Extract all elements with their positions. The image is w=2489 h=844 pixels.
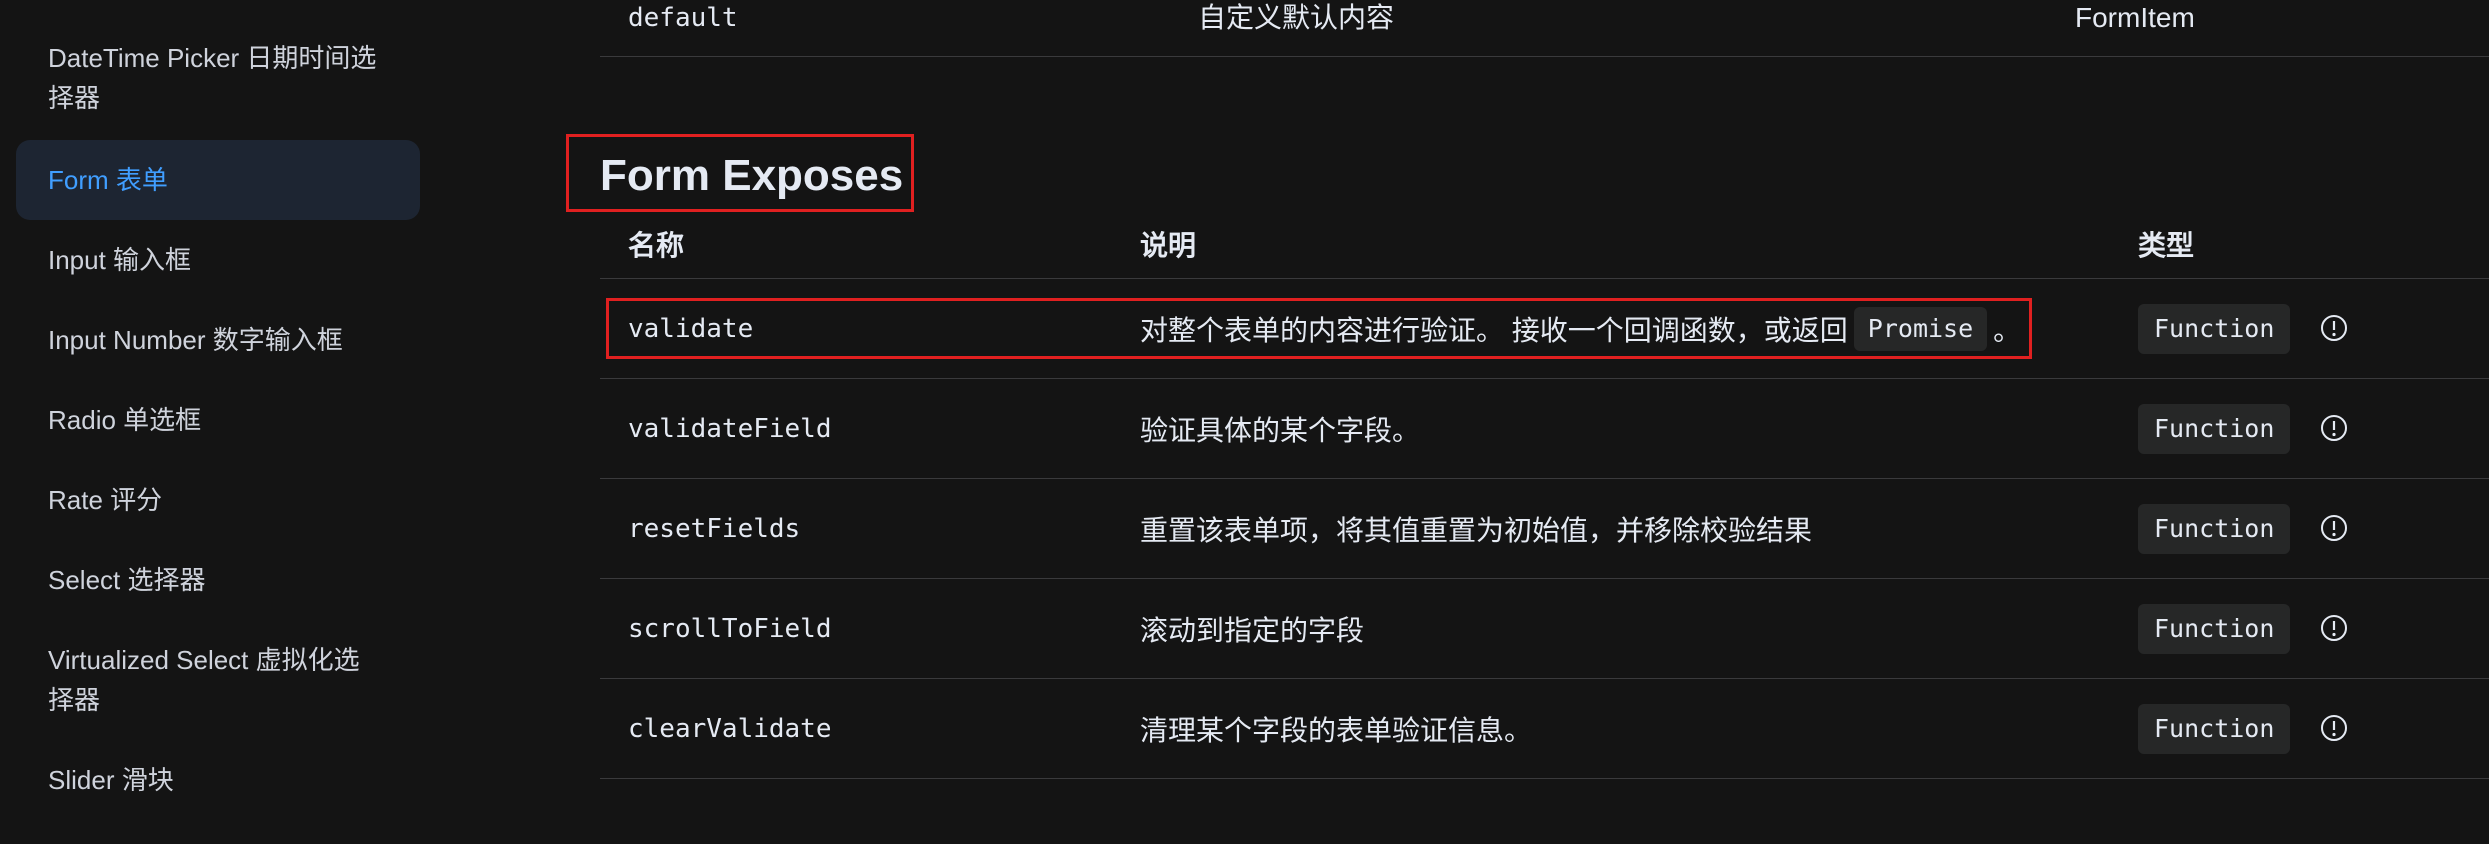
sidebar-item-label: Rate 评分: [48, 485, 163, 515]
column-header-name: 名称: [628, 230, 685, 261]
table-row: clearValidate 清理某个字段的表单验证信息。 Function: [600, 679, 2489, 779]
sidebar-item-label: Input 输入框: [48, 245, 192, 275]
method-name: validateField: [628, 413, 832, 444]
sidebar-item-label: DateTime Picker 日期时间选: [48, 43, 377, 73]
method-description: 重置该表单项，将其值重置为初始值，并移除校验结果: [1140, 514, 1813, 546]
type-badge: Function: [2138, 304, 2291, 354]
sidebar-item-slider[interactable]: Slider 滑块: [16, 760, 420, 800]
info-circle-icon[interactable]: [2319, 313, 2349, 343]
sidebar-item-label: Slider 滑块: [48, 765, 174, 795]
sidebar-item-input-number[interactable]: Input Number 数字输入框: [16, 320, 420, 360]
sidebar-item-form[interactable]: Form 表单: [16, 140, 420, 220]
method-name: clearValidate: [628, 713, 832, 744]
slots-table-row: default 自定义默认内容 FormItem: [600, 0, 2489, 57]
sidebar-item-label: Form 表单: [48, 165, 168, 195]
info-circle-icon[interactable]: [2319, 413, 2349, 443]
sidebar-item-label: Virtualized Select 虚拟化选: [48, 645, 360, 675]
sidebar-item-label: Radio 单选框: [48, 405, 202, 435]
method-name: scrollToField: [628, 613, 832, 644]
slot-type: FormItem: [2075, 2, 2195, 33]
sidebar-item-radio[interactable]: Radio 单选框: [16, 400, 420, 440]
method-description: 清理某个字段的表单验证信息。: [1140, 714, 1533, 746]
info-circle-icon[interactable]: [2319, 613, 2349, 643]
table-row: resetFields 重置该表单项，将其值重置为初始值，并移除校验结果 Fun…: [600, 479, 2489, 579]
type-badge: Function: [2138, 404, 2291, 454]
highlight-box-title: [566, 134, 914, 212]
column-header-type: 类型: [2138, 230, 2195, 261]
sidebar-item-datetime-picker[interactable]: DateTime Picker 日期时间选 择器: [16, 38, 420, 118]
sidebar-item-virtualized-select[interactable]: Virtualized Select 虚拟化选 择器: [16, 640, 420, 720]
method-name: resetFields: [628, 513, 801, 544]
type-badge: Function: [2138, 604, 2291, 654]
sidebar-item-input[interactable]: Input 输入框: [16, 240, 420, 280]
main-content: default 自定义默认内容 FormItem Form Exposes 名称…: [566, 0, 2489, 844]
sidebar-item-label: Input Number 数字输入框: [48, 325, 343, 355]
method-description: 滚动到指定的字段: [1140, 614, 1365, 646]
slot-name: default: [628, 3, 738, 33]
sidebar-item-label: Select 选择器: [48, 565, 206, 595]
highlight-box-validate-row: [606, 298, 2032, 359]
table-row: scrollToField 滚动到指定的字段 Function: [600, 579, 2489, 679]
column-header-description: 说明: [1140, 230, 1197, 261]
sidebar-item-rate[interactable]: Rate 评分: [16, 480, 420, 520]
sidebar-item-label: 择器: [48, 83, 101, 113]
slot-description: 自定义默认内容: [1198, 2, 1395, 33]
sidebar-item-label: 择器: [48, 685, 101, 715]
table-row: validateField 验证具体的某个字段。 Function: [600, 379, 2489, 479]
sidebar-nav: DateTime Picker 日期时间选 择器 Form 表单 Input 输…: [0, 0, 440, 844]
table-header: 名称 说明 类型: [600, 214, 2489, 279]
info-circle-icon[interactable]: [2319, 513, 2349, 543]
sidebar-item-select[interactable]: Select 选择器: [16, 560, 420, 600]
type-badge: Function: [2138, 504, 2291, 554]
method-description: 验证具体的某个字段。: [1140, 414, 1421, 446]
type-badge: Function: [2138, 704, 2291, 754]
info-circle-icon[interactable]: [2319, 713, 2349, 743]
